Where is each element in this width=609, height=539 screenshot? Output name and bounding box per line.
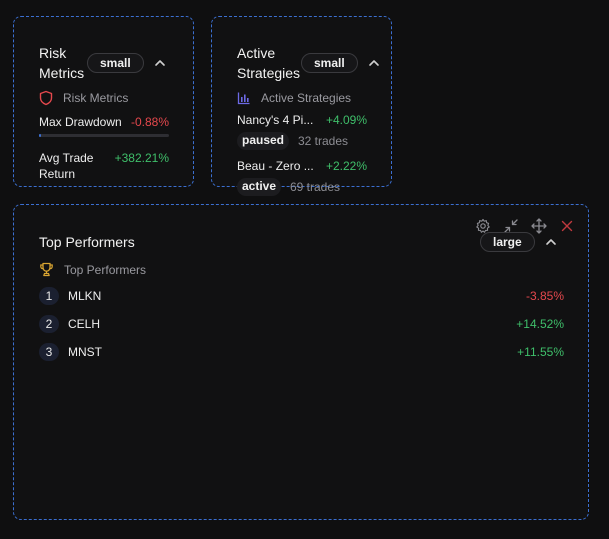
subheading-label: Active Strategies: [261, 91, 352, 105]
active-strategies-widget: Active Strategies small Active Strategie…: [211, 16, 392, 196]
rank-badge: 3: [39, 343, 59, 361]
change-value: +11.55%: [517, 345, 564, 359]
change-value: -3.85%: [525, 289, 564, 303]
shield-icon: [39, 90, 53, 110]
strategy-return: +2.22%: [325, 159, 367, 173]
risk-metrics-widget: Risk Metrics small Risk Metrics Max Draw…: [13, 16, 194, 187]
status-badge: active: [237, 178, 282, 196]
metric-label: Avg Trade Return: [39, 151, 94, 181]
ticker-symbol: MNST: [68, 345, 102, 359]
status-badge: paused: [237, 132, 290, 150]
rank-badge: 2: [39, 315, 59, 333]
size-toggle-button[interactable]: small: [301, 53, 358, 73]
metric-value: -0.88%: [130, 115, 169, 129]
change-value: +14.52%: [516, 317, 564, 331]
subheading-label: Risk Metrics: [63, 91, 129, 105]
strategy-name: Beau - Zero ...: [237, 159, 314, 173]
subheading-label: Top Performers: [64, 263, 147, 277]
trophy-icon: [39, 262, 54, 281]
strategy-name: Nancy's 4 Pi...: [237, 113, 314, 127]
widget-title: Active Strategies: [237, 45, 301, 81]
move-icon[interactable]: [531, 218, 547, 234]
chevron-up-icon[interactable]: [153, 56, 167, 70]
metric-label: Max Drawdown: [39, 115, 122, 129]
trade-count: 69 trades: [290, 180, 341, 194]
chevron-up-icon[interactable]: [544, 235, 558, 249]
trade-count: 32 trades: [298, 134, 349, 148]
metric-value: +382.21%: [114, 151, 169, 165]
ticker-symbol: MLKN: [68, 289, 102, 303]
top-performers-widget: Top Performers large Top Performers 1 ML…: [13, 204, 589, 520]
ticker-symbol: CELH: [68, 317, 101, 331]
rank-badge: 1: [39, 287, 59, 305]
close-icon[interactable]: [559, 218, 575, 234]
widget-title: Top Performers: [39, 234, 135, 250]
size-toggle-button[interactable]: large: [480, 232, 535, 252]
drawdown-bar-fill: [39, 134, 41, 137]
strategy-return: +4.09%: [325, 113, 367, 127]
bar-chart-icon: [237, 91, 251, 109]
drawdown-bar: [39, 134, 169, 137]
size-toggle-button[interactable]: small: [87, 53, 144, 73]
chevron-up-icon[interactable]: [367, 56, 381, 70]
